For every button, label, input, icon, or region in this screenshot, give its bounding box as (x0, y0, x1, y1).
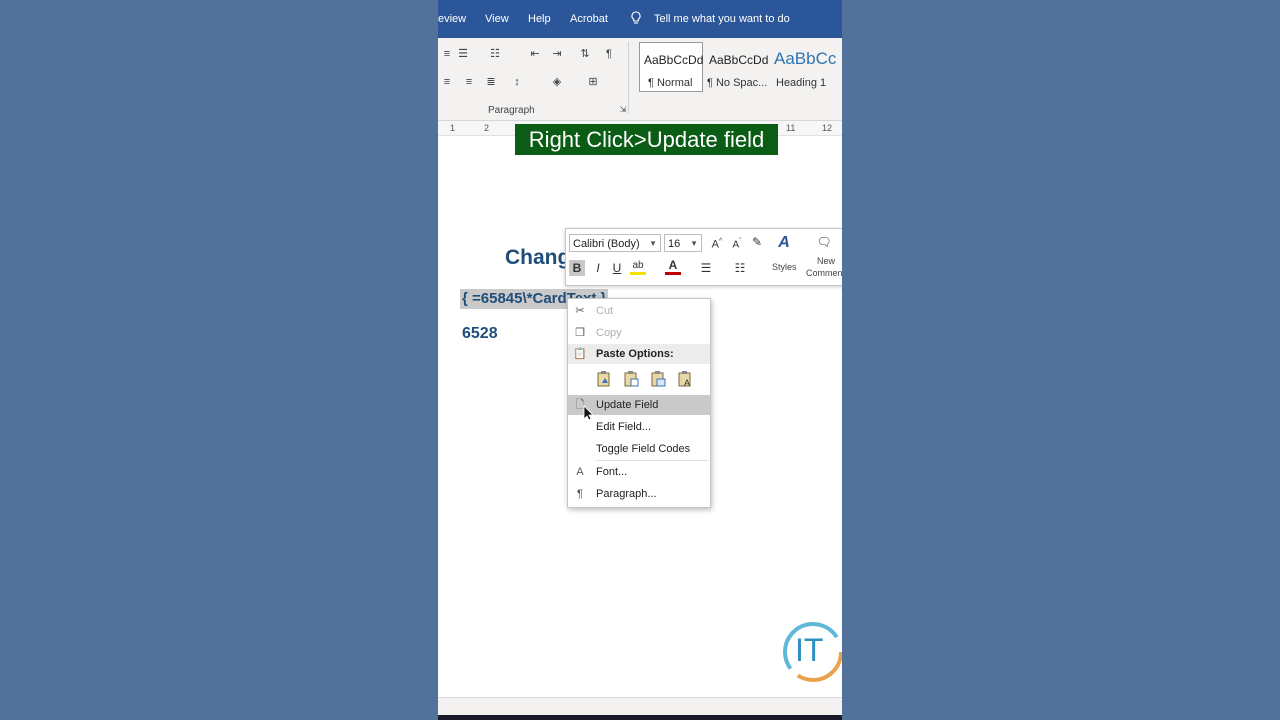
menu-separator (596, 460, 708, 461)
style-no-spacing[interactable]: AaBbCcDd ¶ No Spac... (704, 42, 770, 92)
style-no-spacing-name: ¶ No Spac... (707, 77, 768, 89)
grow-font-icon[interactable]: A^ (709, 234, 725, 251)
menu-review[interactable]: eview (438, 13, 466, 25)
font-color-icon[interactable]: A (665, 259, 681, 275)
new-comment-label-line2: Commen (806, 268, 842, 278)
numbering-icon[interactable]: ☰ (456, 48, 470, 60)
chevron-down-icon: ▼ (690, 239, 698, 248)
bullets-icon[interactable]: ☰ (698, 260, 714, 276)
format-painter-icon[interactable]: ✎ (749, 234, 765, 250)
font-icon: A (576, 466, 584, 478)
align-center-icon[interactable]: ≡ (462, 76, 476, 88)
ribbon: ≡ ☰ ☷ ⇤ ⇥ ⇅ ¶ ≡ ≡ ≣ ↕ ◈ ⊞ Paragraph ⇲ Aa… (438, 38, 842, 121)
new-comment-icon[interactable]: 🗨 (816, 234, 832, 250)
paste-merge-formatting-icon[interactable] (623, 370, 639, 387)
menu-item-cut[interactable]: ✂ Cut (568, 301, 710, 321)
style-normal[interactable]: AaBbCcDd ¶ Normal (639, 42, 703, 92)
underline-icon[interactable]: U (609, 260, 625, 276)
ribbon-divider (628, 42, 629, 114)
font-size-combobox[interactable]: 16 ▼ (664, 234, 702, 252)
multilevel-list-icon[interactable]: ☷ (488, 48, 502, 60)
menu-item-toggle-field-codes-label: Toggle Field Codes (596, 443, 691, 455)
tutorial-caption: Right Click>Update field (515, 124, 778, 155)
logo-text: IT (795, 632, 824, 668)
ruler-tick: 12 (822, 123, 833, 133)
ruler-tick: 1 (450, 123, 456, 133)
menu-item-font[interactable]: A Font... (568, 462, 710, 482)
field-result-text: 6528 (462, 325, 498, 342)
styles-icon[interactable]: A (776, 235, 792, 251)
scissors-icon: ✂ (575, 305, 585, 317)
sort-icon[interactable]: ⇅ (578, 48, 592, 60)
mouse-pointer-icon (583, 405, 593, 421)
paragraph-icon: ¶ (577, 488, 583, 500)
font-name-value: Calibri (Body) (573, 238, 640, 250)
menu-bar: eview View Help Acrobat Tell me what you… (438, 0, 842, 38)
justify-icon[interactable]: ≣ (484, 76, 498, 88)
style-heading-1-name: Heading 1 (776, 77, 827, 89)
line-spacing-icon[interactable]: ↕ (510, 76, 524, 88)
bold-icon[interactable]: B (569, 260, 585, 276)
paste-options-row: A (568, 365, 710, 391)
menu-item-cut-label: Cut (596, 305, 614, 317)
style-heading-1[interactable]: AaBbCc Heading 1 (771, 42, 842, 92)
menu-item-copy[interactable]: ❐ Copy (568, 323, 710, 343)
bullets-icon[interactable]: ≡ (440, 48, 454, 60)
align-left-icon[interactable]: ≡ (440, 76, 454, 88)
document-heading: Chang (505, 246, 571, 269)
menu-item-update-field-label: Update Field (596, 399, 659, 411)
paste-picture-icon[interactable] (650, 370, 666, 387)
shrink-font-icon[interactable]: Aˇ (729, 234, 745, 250)
font-name-combobox[interactable]: Calibri (Body) ▼ (569, 234, 661, 252)
mini-toolbar: Calibri (Body) ▼ 16 ▼ A^ Aˇ ✎ B I U ab A… (565, 228, 842, 286)
style-normal-sample: AaBbCcDd (644, 53, 704, 67)
paste-options-label: Paste Options: (596, 348, 674, 360)
menu-help[interactable]: Help (528, 13, 551, 25)
channel-logo: IT (781, 620, 842, 684)
italic-icon[interactable]: I (590, 260, 606, 276)
paste-options-header: 📋 Paste Options: (568, 344, 710, 364)
clipboard-icon: 📋 (573, 348, 587, 360)
style-normal-name: ¶ Normal (648, 77, 693, 89)
menu-item-copy-label: Copy (596, 327, 622, 339)
paragraph-group-label: Paragraph (488, 105, 535, 116)
menu-acrobat[interactable]: Acrobat (570, 13, 608, 25)
tell-me-search[interactable]: Tell me what you want to do (654, 13, 790, 25)
menu-item-edit-field-label: Edit Field... (596, 421, 652, 433)
menu-view[interactable]: View (485, 13, 509, 25)
styles-label: Styles (772, 262, 797, 272)
show-hide-pilcrow-icon[interactable]: ¶ (602, 48, 616, 60)
menu-item-font-label: Font... (596, 466, 628, 478)
paste-keep-text-only-icon[interactable]: A (677, 370, 693, 387)
style-heading-1-sample: AaBbCc (774, 49, 837, 68)
increase-indent-icon[interactable]: ⇥ (550, 48, 564, 60)
menu-item-toggle-field-codes[interactable]: Toggle Field Codes (568, 439, 710, 459)
svg-text:A: A (684, 378, 690, 387)
bottom-edge (438, 715, 842, 720)
new-comment-label-line1: New (817, 256, 836, 266)
style-no-spacing-sample: AaBbCcDd (709, 53, 769, 67)
ruler-tick: 11 (786, 123, 796, 133)
copy-icon: ❐ (575, 327, 585, 339)
word-window: eview View Help Acrobat Tell me what you… (438, 0, 842, 720)
font-size-value: 16 (668, 238, 681, 250)
decrease-indent-icon[interactable]: ⇤ (528, 48, 542, 60)
lightbulb-icon (631, 11, 641, 24)
highlight-icon[interactable]: ab (630, 260, 646, 275)
chevron-down-icon: ▼ (649, 239, 657, 248)
paste-keep-source-formatting-icon[interactable] (596, 370, 612, 387)
borders-icon[interactable]: ⊞ (586, 76, 600, 88)
shading-icon[interactable]: ◈ (550, 76, 564, 88)
menu-item-paragraph[interactable]: ¶ Paragraph... (568, 484, 710, 504)
context-menu: ✂ Cut ❐ Copy 📋 Paste Options: A 🗋 Update… (567, 298, 711, 508)
menu-item-paragraph-label: Paragraph... (596, 488, 657, 500)
numbering-icon[interactable]: ☷ (732, 260, 748, 276)
ruler-tick: 2 (484, 123, 490, 133)
